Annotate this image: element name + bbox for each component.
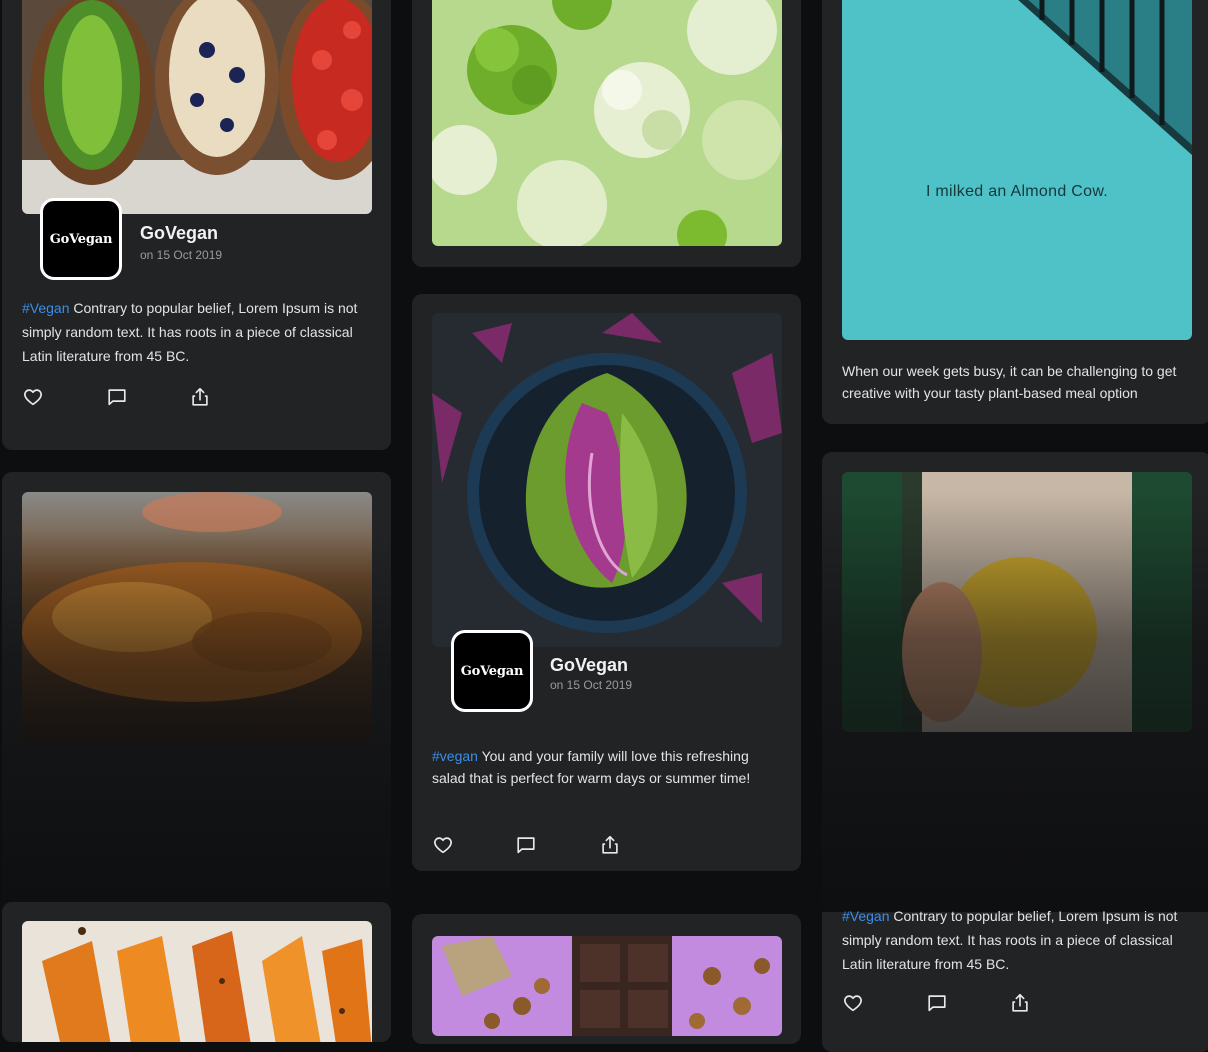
share-icon	[1012, 993, 1028, 1012]
like-button[interactable]	[432, 834, 456, 858]
loading-fade-overlay	[822, 492, 1208, 912]
post-date: on 15 Oct 2019	[550, 678, 633, 692]
hashtag-link[interactable]: #vegan	[432, 748, 478, 764]
caption-body: Contrary to popular belief, Lorem Ipsum …	[842, 908, 1178, 972]
wall-text: I milked an Almond Cow.	[925, 183, 1109, 200]
post-image-avocado-toast[interactable]	[22, 0, 372, 214]
share-button[interactable]	[189, 386, 213, 410]
comment-button[interactable]	[106, 386, 130, 410]
comment-button[interactable]	[515, 834, 539, 858]
post-caption: #Vegan Contrary to popular belief, Lorem…	[842, 904, 1192, 976]
share-button[interactable]	[599, 834, 623, 858]
comment-icon	[928, 995, 946, 1012]
post-card-broccoli	[412, 0, 801, 267]
like-button[interactable]	[842, 992, 866, 1016]
post-card-vegan-toast: GoVegan GoVegan on 15 Oct 2019 #Vegan Co…	[2, 0, 391, 450]
post-card-salad: GoVegan GoVegan on 15 Oct 2019 #vegan Yo…	[412, 294, 801, 871]
caption-body: You and your family will love this refre…	[432, 748, 751, 786]
post-date: on 15 Oct 2019	[140, 248, 223, 262]
loading-fade-overlay	[2, 532, 391, 912]
hashtag-link[interactable]: #Vegan	[22, 300, 70, 316]
post-card-carrots	[2, 902, 391, 1042]
post-card-vegan-fruit: #Vegan Contrary to popular belief, Lorem…	[822, 452, 1208, 1052]
heart-icon	[434, 837, 452, 854]
share-button[interactable]	[1009, 992, 1033, 1016]
page-dim-band	[0, 870, 1208, 912]
avatar[interactable]: GoVegan	[451, 630, 533, 712]
comment-icon	[517, 837, 535, 854]
avatar-logo-text: GoVegan	[49, 231, 113, 247]
post-card-roasted-dish	[2, 472, 391, 912]
post-username[interactable]: GoVegan	[140, 223, 218, 244]
share-icon	[192, 387, 208, 406]
avatar-logo-text: GoVegan	[460, 663, 524, 679]
heart-icon	[844, 995, 862, 1012]
share-icon	[602, 835, 618, 854]
comment-icon	[108, 389, 126, 406]
post-image-cauliflower[interactable]	[432, 0, 782, 246]
like-button[interactable]	[22, 386, 46, 410]
post-caption: When our week gets busy, it can be chall…	[842, 363, 1177, 401]
post-username[interactable]: GoVegan	[550, 655, 628, 676]
post-caption: #Vegan Contrary to popular belief, Lorem…	[22, 296, 372, 368]
comment-button[interactable]	[926, 992, 950, 1016]
post-image-almond-cow-wall[interactable]: I milked an Almond Cow.	[842, 0, 1192, 340]
avatar[interactable]: GoVegan	[40, 198, 122, 280]
caption-body: Contrary to popular belief, Lorem Ipsum …	[22, 300, 358, 364]
post-image-roasted-carrots[interactable]	[22, 921, 372, 1042]
heart-icon	[24, 389, 42, 406]
post-card-almond-cow: I milked an Almond Cow. When our week ge…	[822, 0, 1208, 424]
post-image-chocolate-nuts[interactable]	[432, 936, 782, 1036]
post-caption: #vegan You and your family will love thi…	[432, 745, 782, 789]
post-image-cabbage-bowl[interactable]	[432, 313, 782, 647]
